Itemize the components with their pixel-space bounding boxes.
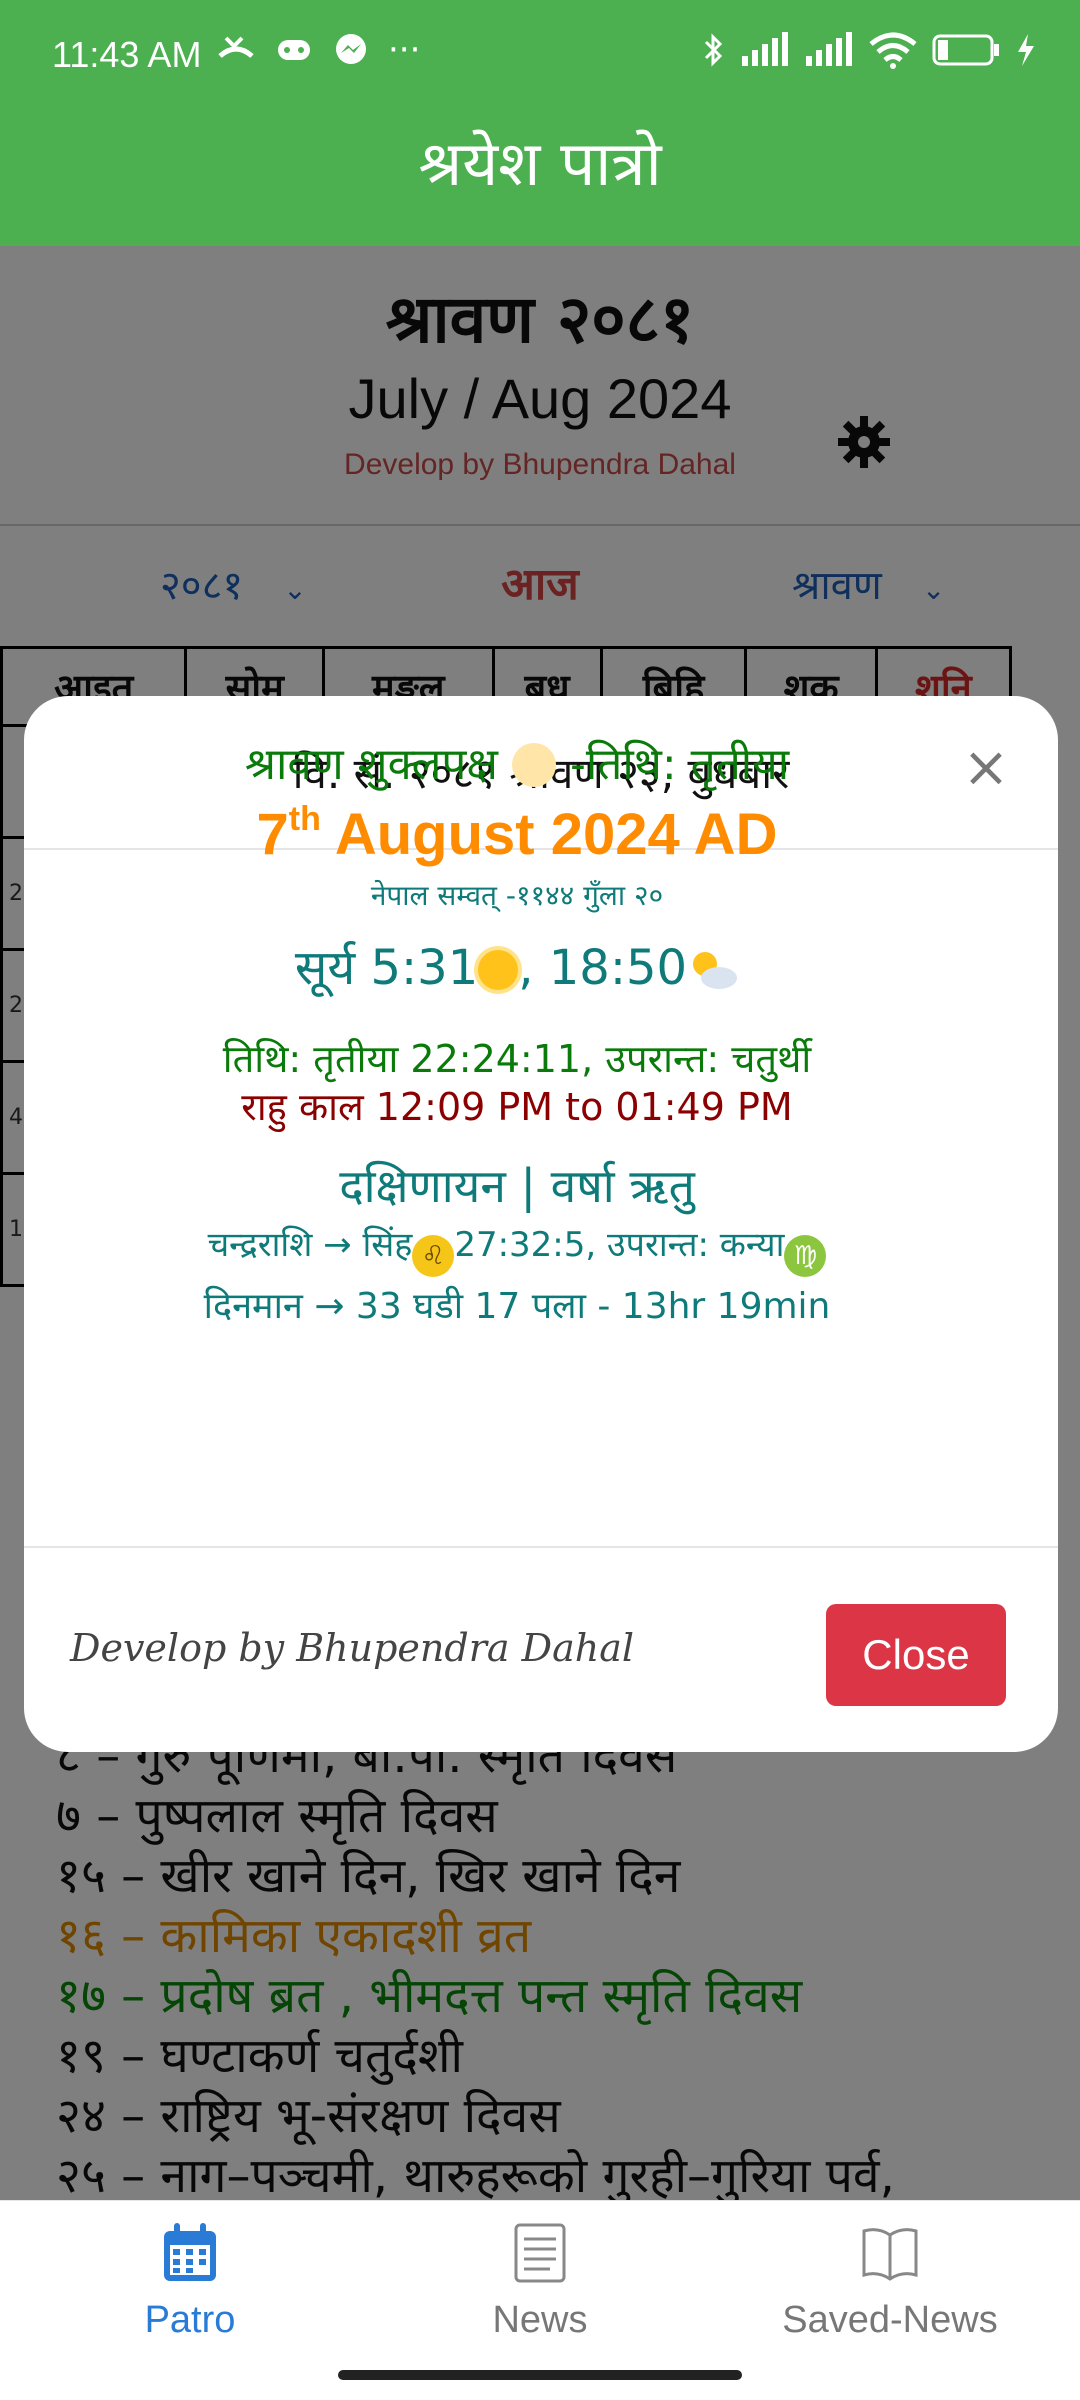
home-indicator[interactable] [338, 2370, 742, 2380]
sun-behind-cloud-icon [693, 952, 738, 989]
bluetooth-icon [704, 33, 723, 67]
charging-icon [1018, 34, 1034, 66]
paksha-label: श्रावण शुक्लपक्ष [244, 739, 498, 790]
sun-times: सूर्य 5:31 , 18:50 [0, 934, 1034, 999]
rahu-kaal-line: राहु काल 12:09 PM to 01:49 PM [241, 1085, 793, 1129]
battery-icon [932, 34, 999, 66]
ayan-ritu-line: दक्षिणायन | वर्षा ऋतु [339, 1159, 695, 1213]
sunset-text: , 18:50 [518, 940, 688, 996]
calendar-icon [164, 2223, 216, 2281]
tithi-label: -तिथि: तृतीया [569, 739, 790, 790]
close-button[interactable]: Close [826, 1604, 1006, 1706]
modal-footer: Develop by Bhupendra Dahal Close [24, 1546, 1058, 1752]
messenger-icon [336, 34, 366, 64]
signal-2-icon [806, 32, 852, 66]
book-icon [862, 2228, 918, 2281]
app-title: श्रयेश पात्रो [418, 127, 662, 200]
nav-news[interactable]: News [390, 2221, 690, 2342]
signal-1-icon [742, 32, 788, 66]
nav-saved-news[interactable]: Saved-News [740, 2221, 1040, 2342]
more-notifications-icon: ··· [388, 30, 421, 70]
virgo-sign-icon: ♍ [784, 1235, 827, 1277]
app-bar: 11:43 AM ··· श्रयेश पात्रो [0, 0, 1080, 246]
sun-icon [478, 950, 519, 990]
leo-sign-icon: ♌ [412, 1235, 455, 1277]
rashi-mid: 27:32:5, उपरान्त: कन्या [454, 1225, 785, 1265]
nav-label: News [492, 2299, 588, 2341]
dinman-line: दिनमान → 33 घडी 17 पला - 13hr 19min [203, 1286, 831, 1327]
paksha-line: श्रावण शुक्लपक्ष -तिथि: तृतीया [0, 732, 1034, 792]
nav-patro[interactable]: Patro [40, 2221, 340, 2342]
date-day: 7 [256, 802, 289, 867]
status-left-icons: ··· [216, 30, 420, 70]
moon-icon [511, 743, 556, 787]
rashi-prefix: चन्द्रराशि → सिंह [207, 1225, 413, 1265]
nav-label: Patro [144, 2299, 236, 2341]
newspaper-icon [514, 2223, 566, 2283]
wifi-icon [869, 32, 917, 69]
nav-label: Saved-News [782, 2299, 998, 2341]
english-date: 7th August 2024 AD [0, 800, 1034, 868]
status-bar: 11:43 AM ··· [0, 0, 1080, 110]
game-controller-icon [278, 40, 310, 60]
date-suffix: th [288, 800, 321, 838]
status-time: 11:43 AM [52, 34, 202, 75]
nepal-samvat: नेपाल सम्वत् -११४४ गुँला २० [370, 879, 664, 912]
footer-credit: Develop by Bhupendra Dahal [70, 1626, 635, 1670]
date-rest: August 2024 AD [320, 802, 778, 867]
missed-call-icon [218, 36, 254, 58]
sunrise-text: सूर्य 5:31 [294, 940, 479, 996]
tithi-line: तिथि: तृतीया 22:24:11, उपरान्त: चतुर्थी [222, 1037, 812, 1081]
chandra-rashi-line: चन्द्रराशि → सिंह ♌ 27:32:5, उपरान्त: कन्य… [0, 1220, 1034, 1277]
status-right-icons [702, 30, 1036, 70]
